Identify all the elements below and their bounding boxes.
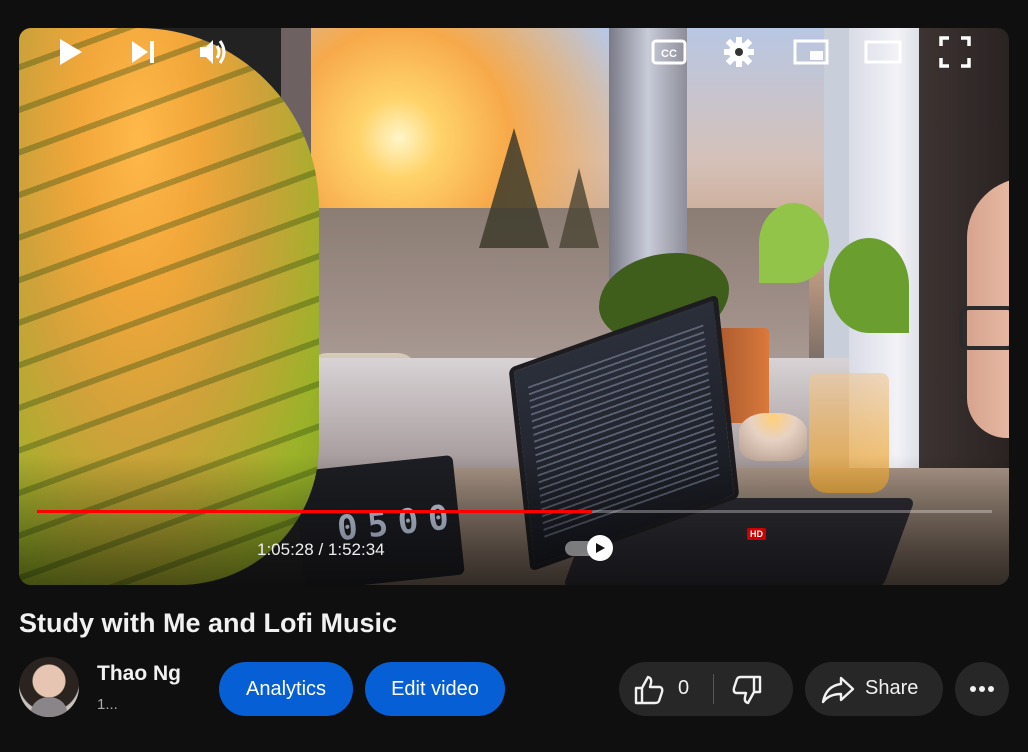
share-label: Share: [865, 677, 919, 699]
controls-gradient: [19, 455, 1009, 585]
fullscreen-icon: [939, 36, 971, 68]
time-display: 1:05:28 / 1:52:34: [257, 540, 385, 559]
cc-icon: CC: [651, 39, 687, 65]
hd-badge: HD: [747, 528, 766, 540]
thumbs-up-icon: [634, 675, 664, 705]
fullscreen-button[interactable]: [933, 28, 977, 76]
theater-icon: [864, 40, 902, 64]
volume-button[interactable]: [191, 28, 235, 76]
thumbs-down-icon: [732, 675, 762, 705]
subscriber-count: 1...: [97, 696, 118, 713]
captions-button[interactable]: CC: [647, 28, 691, 76]
more-icon: [970, 686, 994, 692]
autoplay-knob[interactable]: [587, 535, 613, 561]
like-divider: [713, 674, 714, 704]
plant-leaf: [829, 238, 909, 333]
settings-button[interactable]: [717, 28, 761, 76]
video-player[interactable]: 0500 1:05:28 / 1:52:34 CC: [19, 28, 1009, 585]
share-icon: [821, 676, 855, 704]
svg-text:CC: CC: [661, 48, 677, 60]
gear-icon: [724, 37, 754, 67]
candle: [739, 413, 807, 461]
like-dislike-group: 0: [619, 662, 793, 716]
avatar[interactable]: [19, 657, 79, 717]
next-icon: [132, 41, 154, 63]
play-button[interactable]: [49, 28, 93, 76]
video-title: Study with Me and Lofi Music: [19, 608, 397, 638]
edit-video-button[interactable]: Edit video: [365, 662, 505, 716]
volume-icon: [200, 40, 226, 64]
theater-mode-button[interactable]: [861, 28, 905, 76]
analytics-button[interactable]: Analytics: [219, 662, 353, 716]
dislike-button[interactable]: [731, 675, 763, 711]
miniplayer-button[interactable]: [789, 28, 833, 76]
more-actions-button[interactable]: [955, 662, 1009, 716]
progress-bar[interactable]: [37, 510, 992, 513]
like-count: 0: [678, 677, 690, 699]
like-button[interactable]: [633, 675, 665, 711]
share-icon-wrap: [821, 676, 855, 710]
progress-played: [37, 510, 592, 513]
next-button[interactable]: [121, 28, 165, 76]
glasses: [959, 306, 1009, 350]
play-icon: [596, 543, 605, 553]
channel-name[interactable]: Thao Ng: [97, 662, 185, 686]
miniplayer-icon: [793, 39, 829, 65]
share-button[interactable]: Share: [805, 662, 943, 716]
plant-leaf: [759, 203, 829, 283]
play-icon: [60, 39, 82, 65]
